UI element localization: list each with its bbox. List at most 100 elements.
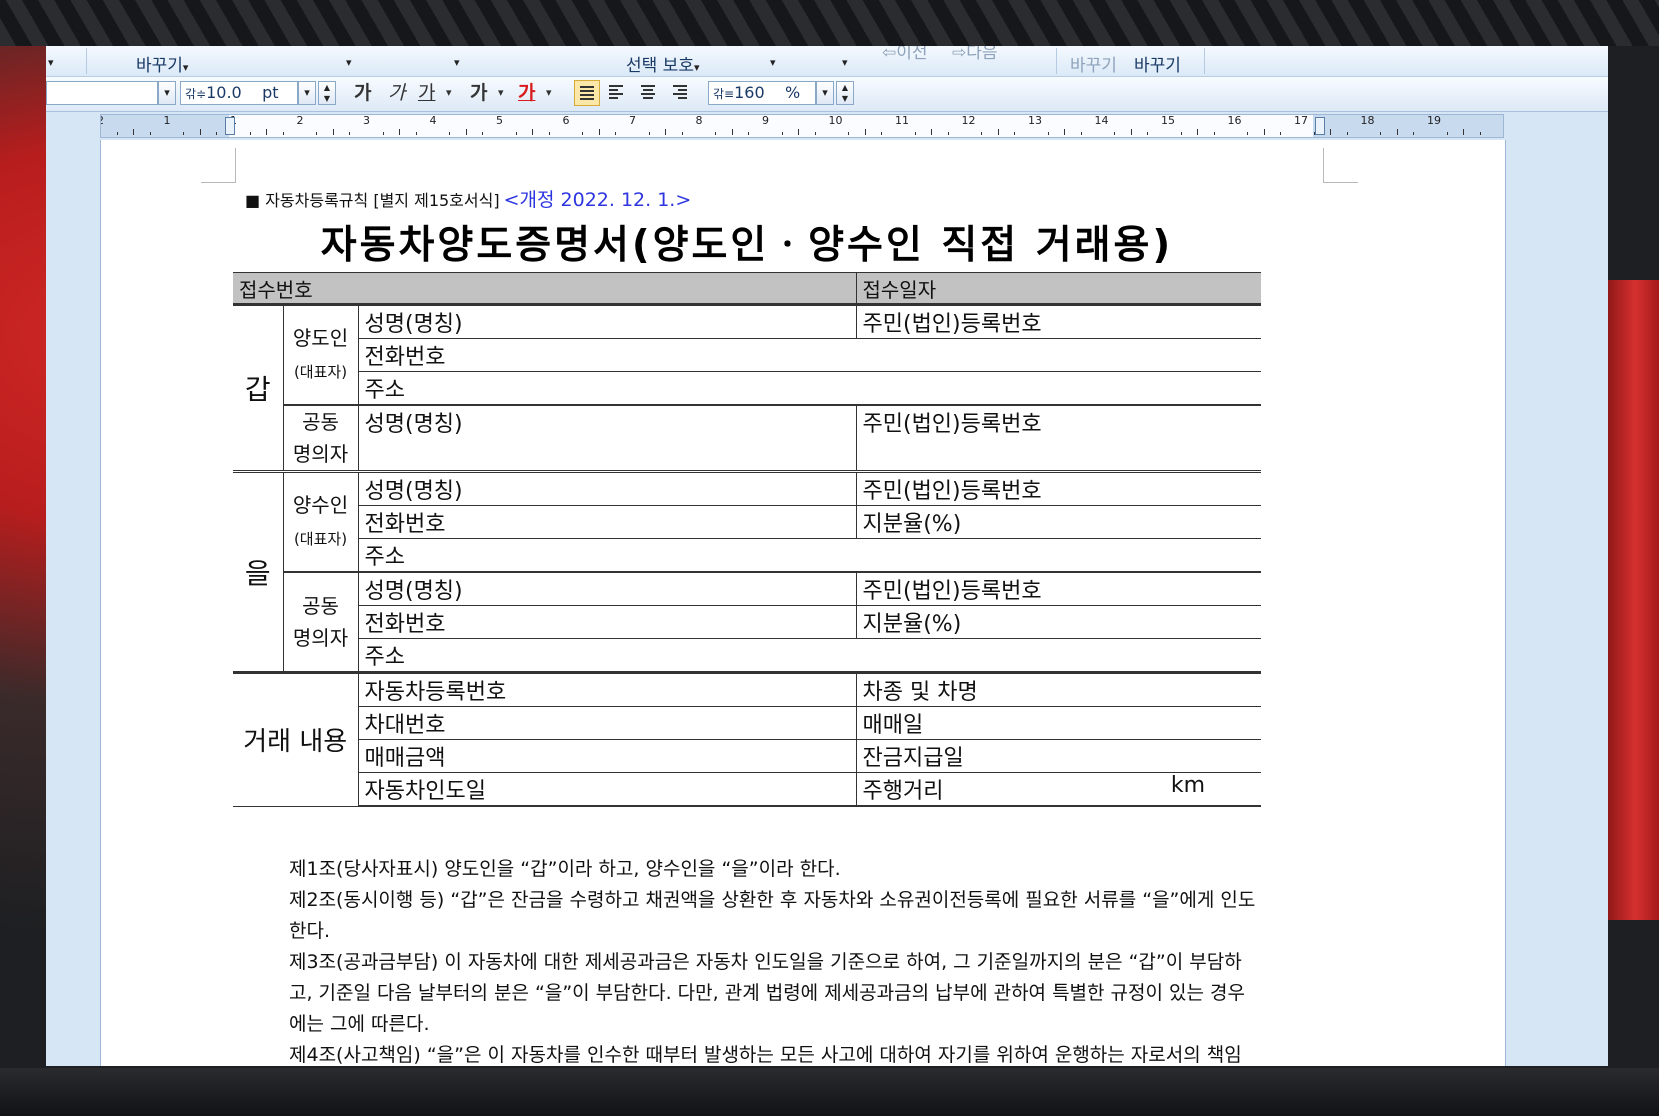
background-grille — [0, 0, 1659, 46]
transferee-reg-no-field[interactable]: 주민(법인)등록번호 — [855, 470, 1261, 506]
left-indent-marker[interactable] — [225, 117, 235, 135]
ruler-tick — [615, 132, 617, 135]
background-bottom — [0, 1068, 1659, 1116]
align-justify-button[interactable] — [574, 80, 600, 106]
ruler-tick — [199, 129, 201, 135]
dropdown-caret-icon[interactable]: ▾ — [48, 51, 54, 71]
transferor-co-owner-name-field[interactable]: 성명(명칭) — [357, 404, 857, 472]
ruler-number: 11 — [895, 114, 909, 127]
find-replace-button[interactable]: 바꾸기 — [1070, 51, 1117, 76]
ruler-tick — [282, 132, 284, 135]
transferor-co-owner-reg-no-field[interactable]: 주민(법인)등록번호 — [855, 404, 1261, 472]
dropdown-caret-icon[interactable]: ▾ — [454, 51, 460, 71]
align-right-button[interactable] — [668, 80, 694, 106]
ruler-tick — [1130, 129, 1132, 135]
transferor-reg-no-field[interactable]: 주민(법인)등록번호 — [855, 303, 1261, 339]
strikethrough-button[interactable]: 가 — [470, 81, 487, 105]
ruler-tick — [1280, 132, 1282, 135]
transferee-co-owner-share-field[interactable]: 지분율(%) — [855, 605, 1261, 639]
ruler-tick — [1396, 129, 1398, 135]
transferee-name-field[interactable]: 성명(명칭) — [357, 470, 857, 506]
selection-protect-button[interactable]: 선택 보호▾ — [626, 51, 700, 76]
underline-button[interactable]: 가 — [418, 81, 435, 105]
dropdown-caret-icon[interactable]: ▾ — [346, 51, 352, 71]
transferee-address-field[interactable]: 주소 — [357, 538, 1261, 573]
ruler-tick — [1114, 132, 1116, 135]
ruler-number: 9 — [762, 114, 769, 127]
replace-menu-button[interactable]: 바꾸기▾ — [136, 51, 188, 76]
line-spacing-input[interactable]: 갂≡160 % — [708, 81, 816, 105]
next-button[interactable]: ⇨다음 — [952, 46, 998, 63]
car-reg-no-field[interactable]: 자동차등록번호 — [357, 671, 857, 707]
background-red-car — [1599, 280, 1659, 920]
transferee-share-field[interactable]: 지분율(%) — [855, 505, 1261, 539]
ruler-tick — [848, 132, 850, 135]
delivery-date-field[interactable]: 자동차인도일 — [357, 772, 857, 807]
font-size-dropdown[interactable]: ▾ — [298, 81, 316, 105]
term-1: 제1조(당사자표시) 양도인을 “갑”이라 하고, 양수인을 “을”이라 한다. — [289, 858, 841, 880]
receipt-date-cell[interactable]: 접수일자 — [855, 272, 1261, 305]
sale-date-field[interactable]: 매매일 — [855, 706, 1261, 740]
car-type-field[interactable]: 차종 및 차명 — [855, 671, 1261, 707]
mileage-field[interactable]: 주행거리 km — [855, 772, 1261, 807]
transferor-address-field[interactable]: 주소 — [357, 371, 1261, 406]
right-indent-marker[interactable] — [1315, 117, 1325, 135]
ruler-number: 4 — [429, 114, 437, 127]
ruler-number: 2 — [101, 115, 104, 127]
font-color-dropdown[interactable]: ▾ — [546, 81, 552, 105]
align-left-button[interactable] — [604, 80, 630, 106]
italic-button[interactable]: 가 — [388, 81, 405, 105]
font-color-button[interactable]: 가 — [518, 81, 535, 105]
prev-button[interactable]: ⇦이전 — [882, 46, 928, 63]
price-field[interactable]: 매매금액 — [357, 739, 857, 773]
bold-button[interactable]: 가 — [354, 81, 371, 105]
ruler-number: 13 — [1028, 114, 1042, 127]
horizontal-ruler[interactable]: 2112345678910111213141516171819 — [100, 114, 1504, 138]
word-processor-window: ▾ 바꾸기▾ ▾ ▾ 선택 보호▾ ▾ ▾ ⇦이전 ⇨다음 바꾸기 바꾸기 ▾ … — [46, 46, 1608, 1066]
vin-field[interactable]: 차대번호 — [357, 706, 857, 740]
replace-button[interactable]: 바꾸기 — [1134, 51, 1181, 76]
transferee-co-owner-name-field[interactable]: 성명(명칭) — [357, 571, 857, 606]
ruler-tick — [1346, 132, 1348, 135]
transferee-co-owner-reg-no-field[interactable]: 주민(법인)등록번호 — [855, 571, 1261, 606]
ruler-tick — [748, 132, 750, 135]
transferee-co-owner-phone-field[interactable]: 전화번호 — [357, 605, 857, 639]
ruler-tick — [1047, 132, 1049, 135]
ruler-tick — [1014, 132, 1016, 135]
font-name-dropdown[interactable]: ▾ — [158, 81, 176, 105]
ruler-tick — [515, 132, 517, 135]
contract-terms: 제1조(당사자표시) 양도인을 “갑”이라 하고, 양수인을 “을”이라 한다.… — [269, 854, 1259, 1066]
dropdown-caret-icon[interactable]: ▾ — [770, 51, 776, 71]
dropdown-caret-icon[interactable]: ▾ — [842, 51, 848, 71]
party-b-label: 을 — [233, 470, 284, 673]
document-page[interactable]: ■ 자동차등록규칙 [별지 제15호서식] <개정 2022. 12. 1.> 자… — [100, 140, 1506, 1066]
ruler-tick — [781, 132, 783, 135]
transferor-phone-field[interactable]: 전화번호 — [357, 338, 1261, 372]
ruler-tick — [149, 132, 151, 135]
ruler-tick — [715, 132, 717, 135]
transferee-phone-field[interactable]: 전화번호 — [357, 505, 857, 539]
align-center-button[interactable] — [636, 80, 662, 106]
ruler-number: 5 — [496, 114, 503, 127]
underline-dropdown[interactable]: ▾ — [446, 81, 452, 105]
ruler-tick — [415, 132, 417, 135]
ruler-number: 1 — [163, 114, 171, 127]
balance-date-field[interactable]: 잔금지급일 — [855, 739, 1261, 773]
transferor-name-field[interactable]: 성명(명칭) — [357, 303, 857, 339]
font-size-spinner[interactable]: ▲ ▼ — [318, 81, 336, 105]
receipt-number-cell[interactable]: 접수번호 — [233, 272, 857, 305]
strike-dropdown[interactable]: ▾ — [498, 81, 504, 105]
ruler-tick — [1197, 129, 1199, 135]
ruler-tick — [997, 129, 999, 135]
ruler-tick — [465, 129, 467, 135]
transferee-co-owner-address-field[interactable]: 주소 — [357, 638, 1261, 673]
ruler-number: 15 — [1161, 114, 1175, 127]
font-name-input[interactable] — [46, 81, 158, 105]
ruler-tick — [548, 132, 550, 135]
ruler-tick — [931, 129, 933, 135]
ruler-tick — [133, 129, 135, 135]
line-spacing-dropdown[interactable]: ▾ — [816, 81, 834, 105]
font-size-input[interactable]: 갂≑10.0 pt — [180, 81, 298, 105]
party-a-label: 갑 — [233, 303, 284, 472]
line-spacing-spinner[interactable]: ▲ ▼ — [836, 81, 854, 105]
